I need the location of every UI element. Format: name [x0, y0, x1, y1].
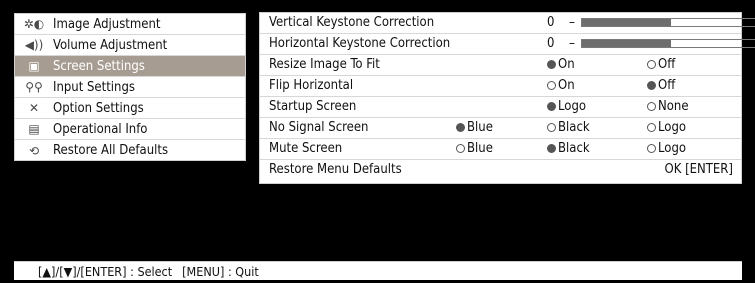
radio-label: On: [558, 57, 575, 72]
slider-fill: [581, 19, 671, 26]
slider-fill: [581, 40, 671, 47]
startup-screen-logo-radio[interactable]: Logo: [547, 99, 586, 114]
menu-item-label: Image Adjustment: [53, 16, 161, 32]
mute-screen-black-radio[interactable]: Black: [547, 141, 590, 156]
slider-track[interactable]: [580, 39, 755, 48]
vertical-keystone-slider[interactable]: 0 – +: [547, 15, 755, 30]
mute-screen-logo-radio[interactable]: Logo: [647, 141, 686, 156]
menu-item-label: Input Settings: [53, 79, 135, 95]
screen-settings-icon: ▣: [28, 59, 40, 73]
minus-sign: –: [569, 15, 575, 30]
radio-label: On: [558, 78, 575, 93]
radio-label: Off: [658, 78, 676, 93]
mute-screen-label: Mute Screen: [269, 141, 343, 156]
radio-dot: [647, 123, 656, 132]
radio-dot: [647, 81, 656, 90]
resize-image-label: Resize Image To Fit: [269, 57, 380, 72]
projector-menu-screen: ✲◐ Image Adjustment ◀)) Volume Adjustmen…: [0, 0, 755, 283]
mute-screen-blue-radio[interactable]: Blue: [456, 141, 493, 156]
menu-item-volume-adjustment[interactable]: ◀)) Volume Adjustment: [15, 35, 245, 56]
main-menu: ✲◐ Image Adjustment ◀)) Volume Adjustmen…: [14, 13, 246, 161]
menu-item-input-settings[interactable]: ⚲⚲ Input Settings: [15, 77, 245, 98]
radio-dot: [647, 102, 656, 111]
radio-label: Off: [658, 57, 676, 72]
restore-menu-defaults-ok-button[interactable]: OK [ENTER]: [664, 162, 733, 177]
radio-label: None: [658, 99, 689, 114]
restore-menu-defaults-row[interactable]: Restore Menu Defaults OK [ENTER]: [260, 160, 741, 181]
vertical-keystone-row[interactable]: Vertical Keystone Correction 0 – +: [260, 13, 755, 34]
screen-settings-panel: Vertical Keystone Correction 0 – + Horiz…: [259, 12, 755, 184]
radio-label: Logo: [658, 120, 687, 135]
input-settings-icon: ⚲⚲: [25, 80, 43, 94]
radio-dot: [547, 102, 556, 111]
menu-item-restore-all-defaults[interactable]: ⟲ Restore All Defaults: [15, 140, 245, 161]
radio-label: Logo: [558, 99, 587, 114]
radio-dot: [456, 123, 465, 132]
menu-item-image-adjustment[interactable]: ✲◐ Image Adjustment: [15, 14, 245, 35]
menu-item-screen-settings[interactable]: ▣ Screen Settings: [15, 56, 245, 77]
slider-track[interactable]: [580, 18, 755, 27]
radio-dot: [647, 144, 656, 153]
radio-dot: [547, 81, 556, 90]
startup-screen-none-radio[interactable]: None: [647, 99, 689, 114]
restore-menu-defaults-label: Restore Menu Defaults: [269, 162, 402, 177]
menu-item-label: Screen Settings: [53, 58, 145, 74]
option-settings-icon: ✕: [28, 101, 40, 115]
radio-label: Black: [558, 141, 590, 156]
radio-dot: [547, 60, 556, 69]
operational-info-icon: ▤: [28, 122, 40, 136]
startup-screen-label: Startup Screen: [269, 99, 357, 114]
help-quit-hint: [MENU] : Quit: [182, 263, 259, 279]
no-signal-black-radio[interactable]: Black: [547, 120, 590, 135]
menu-item-operational-info[interactable]: ▤ Operational Info: [15, 119, 245, 140]
flip-horizontal-label: Flip Horizontal: [269, 78, 354, 93]
flip-horizontal-row[interactable]: Flip Horizontal On Off: [260, 76, 741, 97]
minus-sign: –: [569, 36, 575, 51]
startup-screen-row[interactable]: Startup Screen Logo None: [260, 97, 741, 118]
vertical-keystone-value: 0: [547, 15, 555, 30]
menu-item-label: Operational Info: [53, 121, 148, 137]
mute-screen-row[interactable]: Mute Screen Blue Black Logo: [260, 139, 741, 160]
horizontal-keystone-label: Horizontal Keystone Correction: [269, 36, 451, 51]
flip-horizontal-off-radio[interactable]: Off: [647, 78, 675, 93]
horizontal-keystone-row[interactable]: Horizontal Keystone Correction 0 – +: [260, 34, 755, 55]
radio-label: Blue: [467, 141, 493, 156]
radio-dot: [456, 144, 465, 153]
resize-image-on-radio[interactable]: On: [547, 57, 575, 72]
horizontal-keystone-value: 0: [547, 36, 555, 51]
radio-dot: [647, 60, 656, 69]
vertical-keystone-label: Vertical Keystone Correction: [269, 15, 435, 30]
radio-label: Logo: [658, 141, 687, 156]
menu-item-label: Restore All Defaults: [53, 143, 169, 158]
radio-dot: [547, 144, 556, 153]
no-signal-blue-radio[interactable]: Blue: [456, 120, 493, 135]
menu-item-label: Option Settings: [53, 100, 144, 116]
resize-image-row[interactable]: Resize Image To Fit On Off: [260, 55, 741, 76]
flip-horizontal-on-radio[interactable]: On: [547, 78, 575, 93]
menu-item-label: Volume Adjustment: [53, 37, 168, 53]
volume-icon: ◀)): [24, 38, 44, 52]
no-signal-screen-row[interactable]: No Signal Screen Blue Black Logo: [260, 118, 741, 139]
help-bar: [▲]/[▼]/[ENTER] : Select [MENU] : Quit: [14, 261, 742, 280]
horizontal-keystone-slider[interactable]: 0 – +: [547, 36, 755, 51]
radio-label: Blue: [467, 120, 493, 135]
radio-dot: [547, 123, 556, 132]
help-select-hint: [▲]/[▼]/[ENTER] : Select: [38, 263, 173, 279]
no-signal-logo-radio[interactable]: Logo: [647, 120, 686, 135]
radio-label: Black: [558, 120, 590, 135]
menu-item-option-settings[interactable]: ✕ Option Settings: [15, 98, 245, 119]
restore-defaults-icon: ⟲: [28, 143, 40, 158]
resize-image-off-radio[interactable]: Off: [647, 57, 675, 72]
image-adjustment-icon: ✲◐: [23, 17, 45, 31]
no-signal-screen-label: No Signal Screen: [269, 120, 369, 135]
